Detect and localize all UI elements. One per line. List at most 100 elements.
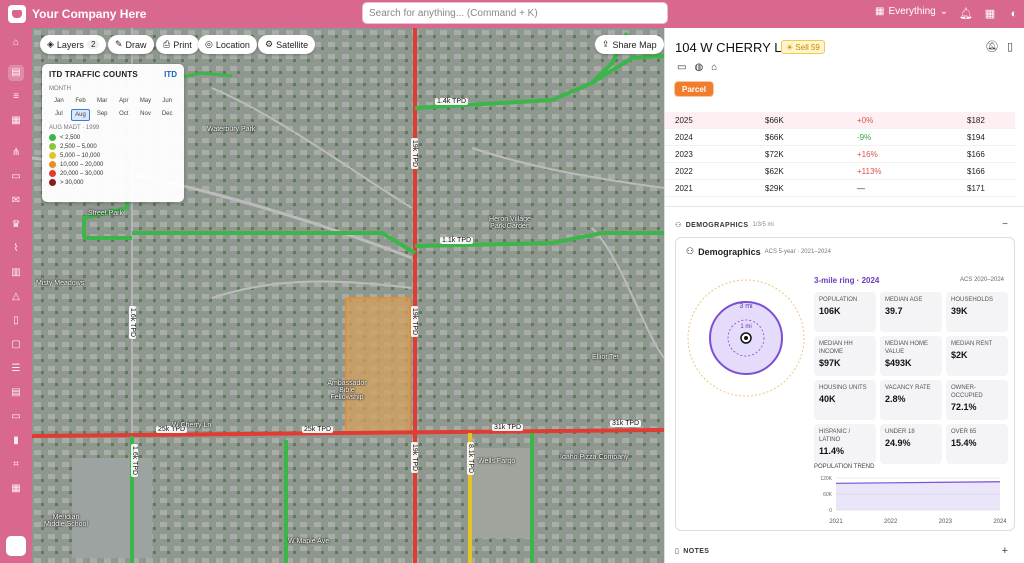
map-icon[interactable]: ▤ (8, 65, 24, 81)
history-value: $72K (765, 149, 784, 159)
legend-swatch (49, 134, 56, 141)
tpd-label: 25k TPD (302, 426, 334, 433)
month-nov[interactable]: Nov (136, 109, 156, 121)
history-change: — (857, 183, 865, 193)
tpd-label: 1.1k TPD (440, 237, 474, 244)
x-tick-label: 2022 (884, 519, 898, 525)
share-map-button[interactable]: ⇪ Share Map (595, 35, 664, 54)
company-logo[interactable] (8, 5, 26, 23)
legend-swatch (49, 152, 56, 159)
clipboard-icon[interactable]: ▢ (8, 337, 24, 353)
draw-button[interactable]: ✎ Draw (108, 35, 154, 54)
month-jul[interactable]: Jul (49, 109, 69, 121)
search-input[interactable]: Search for anything... (Command + K) (362, 2, 668, 24)
top-bar: Your Company Here Search for anything...… (0, 0, 1024, 28)
location-icon: ◎ (205, 39, 213, 49)
panel-toggle-icon[interactable]: ▯ (1007, 40, 1013, 53)
widgets-icon[interactable]: ▦ (8, 481, 24, 497)
x-tick-label: 2021 (829, 519, 843, 525)
stat-label: MEDIAN AGE (885, 297, 923, 303)
stat-value: 39K (951, 306, 968, 316)
table-icon[interactable]: ▦ (8, 113, 24, 129)
month-jan[interactable]: Jan (49, 96, 69, 106)
demographics-section-header[interactable]: ⚇ DEMOGRAPHICS 1/3/5 mi (675, 221, 774, 230)
month-apr[interactable]: Apr (114, 96, 134, 106)
demo-title-label: Demographics (698, 246, 761, 257)
history-tax: $166 (967, 149, 985, 159)
month-feb[interactable]: Feb (71, 96, 91, 106)
scan-icon[interactable]: ⌗ (8, 457, 24, 473)
apps-icon[interactable]: ▦ (982, 6, 998, 22)
page-icon[interactable]: ▯ (8, 313, 24, 329)
month-mar[interactable]: Mar (92, 96, 112, 106)
chevron-down-icon: ⌄ (939, 6, 949, 17)
stack-icon[interactable]: ▤ (8, 385, 24, 401)
month-sep[interactable]: Sep (92, 109, 112, 121)
chat-icon[interactable]: ▭ (8, 409, 24, 425)
traffic-legend-item: < 2,500 (49, 133, 177, 142)
legend-label: 5,000 – 10,000 (60, 152, 101, 159)
building-icon[interactable]: ▥ (8, 265, 24, 281)
month-jun[interactable]: Jun (157, 96, 177, 106)
legend-label: 20,000 – 30,000 (60, 170, 104, 177)
scope-select[interactable]: ▦ Everything ⌄ (875, 6, 948, 17)
mail-icon[interactable]: ✉ (8, 193, 24, 209)
sun-icon: ☀ (786, 42, 796, 52)
satellite-map[interactable]: ◈ Layers 2 ✎ Draw ⎙ Print ◎ Location ⚙ S… (32, 28, 664, 563)
stat-value: $493K (885, 358, 912, 368)
street-label: Elliot Ter (592, 354, 619, 361)
legend-swatch (49, 170, 56, 177)
school-label: Meridian Middle School (44, 514, 88, 528)
print-button[interactable]: ⎙ Print (156, 35, 199, 54)
user-avatar[interactable] (6, 536, 26, 556)
map-view-icon[interactable]: ▭ (677, 62, 686, 73)
layers-button[interactable]: ◈ Layers 2 (40, 35, 107, 54)
legend-label: 2,500 – 5,000 (60, 143, 97, 150)
bell-icon[interactable]: 🔔︎ (958, 6, 974, 22)
table-row: 2024 $66K -9% $194 (665, 129, 1015, 146)
notes-icon: ▯ (675, 548, 680, 555)
chart-icon[interactable]: ⌇ (8, 241, 24, 257)
triangle-icon[interactable]: △ (8, 289, 24, 305)
bell-off-icon[interactable]: 🔕︎ (985, 40, 999, 53)
tpd-label: 1.6k TPD (129, 306, 136, 340)
stat-value: $2K (951, 350, 968, 360)
bar-chart-icon[interactable]: ▮ (8, 433, 24, 449)
stat-value: 106K (819, 306, 841, 316)
notes-section-header[interactable]: ▯ NOTES (675, 547, 709, 556)
add-note-icon[interactable]: + (1002, 545, 1008, 557)
theme-toggle-icon[interactable]: ◐ (1006, 6, 1022, 22)
legend-swatch (49, 143, 56, 150)
parcel-tab[interactable]: Parcel (675, 82, 714, 96)
history-tax: $166 (967, 166, 985, 176)
globe-icon[interactable]: ◍ (694, 62, 703, 73)
itd-title: ITD TRAFFIC COUNTS (49, 70, 138, 79)
list-icon[interactable]: ☰ (8, 361, 24, 377)
month-oct[interactable]: Oct (114, 109, 134, 121)
share-icon: ⇪ (602, 39, 610, 49)
collapse-icon[interactable]: − (1002, 219, 1008, 230)
demographics-radius: 1/3/5 mi (752, 222, 774, 228)
filter-icon[interactable]: ≡ (8, 89, 24, 105)
traffic-legend-item: > 30,000 (49, 178, 177, 187)
month-may[interactable]: May (136, 96, 156, 106)
history-change: +0% (857, 115, 874, 125)
stat-value: 24.9% (885, 438, 911, 448)
series-area (836, 481, 1000, 510)
traffic-legend-item: 5,000 – 10,000 (49, 151, 177, 160)
document-icon[interactable]: ▭ (8, 169, 24, 185)
house-icon[interactable]: ⌂ (711, 62, 717, 73)
month-aug[interactable]: Aug (70, 109, 91, 121)
home-icon[interactable]: ⌂ (8, 35, 24, 51)
location-button[interactable]: ◎ Location (198, 35, 257, 54)
itd-source-link[interactable]: ITD (164, 70, 177, 79)
month-dec[interactable]: Dec (157, 109, 177, 121)
grid-icon: ▦ (875, 6, 885, 17)
satellite-button[interactable]: ⚙ Satellite (258, 35, 316, 54)
left-nav: ⌂ ▤ ≡ ▦ ⋔ ▭ ✉ ♛ ⌇ ▥ △ ▯ ▢ ☰ ▤ ▭ ▮ ⌗ ▦ (0, 28, 32, 563)
demo-subtitle: ACS 5-year · 2021–2024 (764, 248, 831, 255)
crown-icon[interactable]: ♛ (8, 217, 24, 233)
tpd-label: 19k TPD (411, 138, 418, 170)
ring-1mi-label: 1 mi (740, 324, 751, 330)
network-icon[interactable]: ⋔ (8, 145, 24, 161)
